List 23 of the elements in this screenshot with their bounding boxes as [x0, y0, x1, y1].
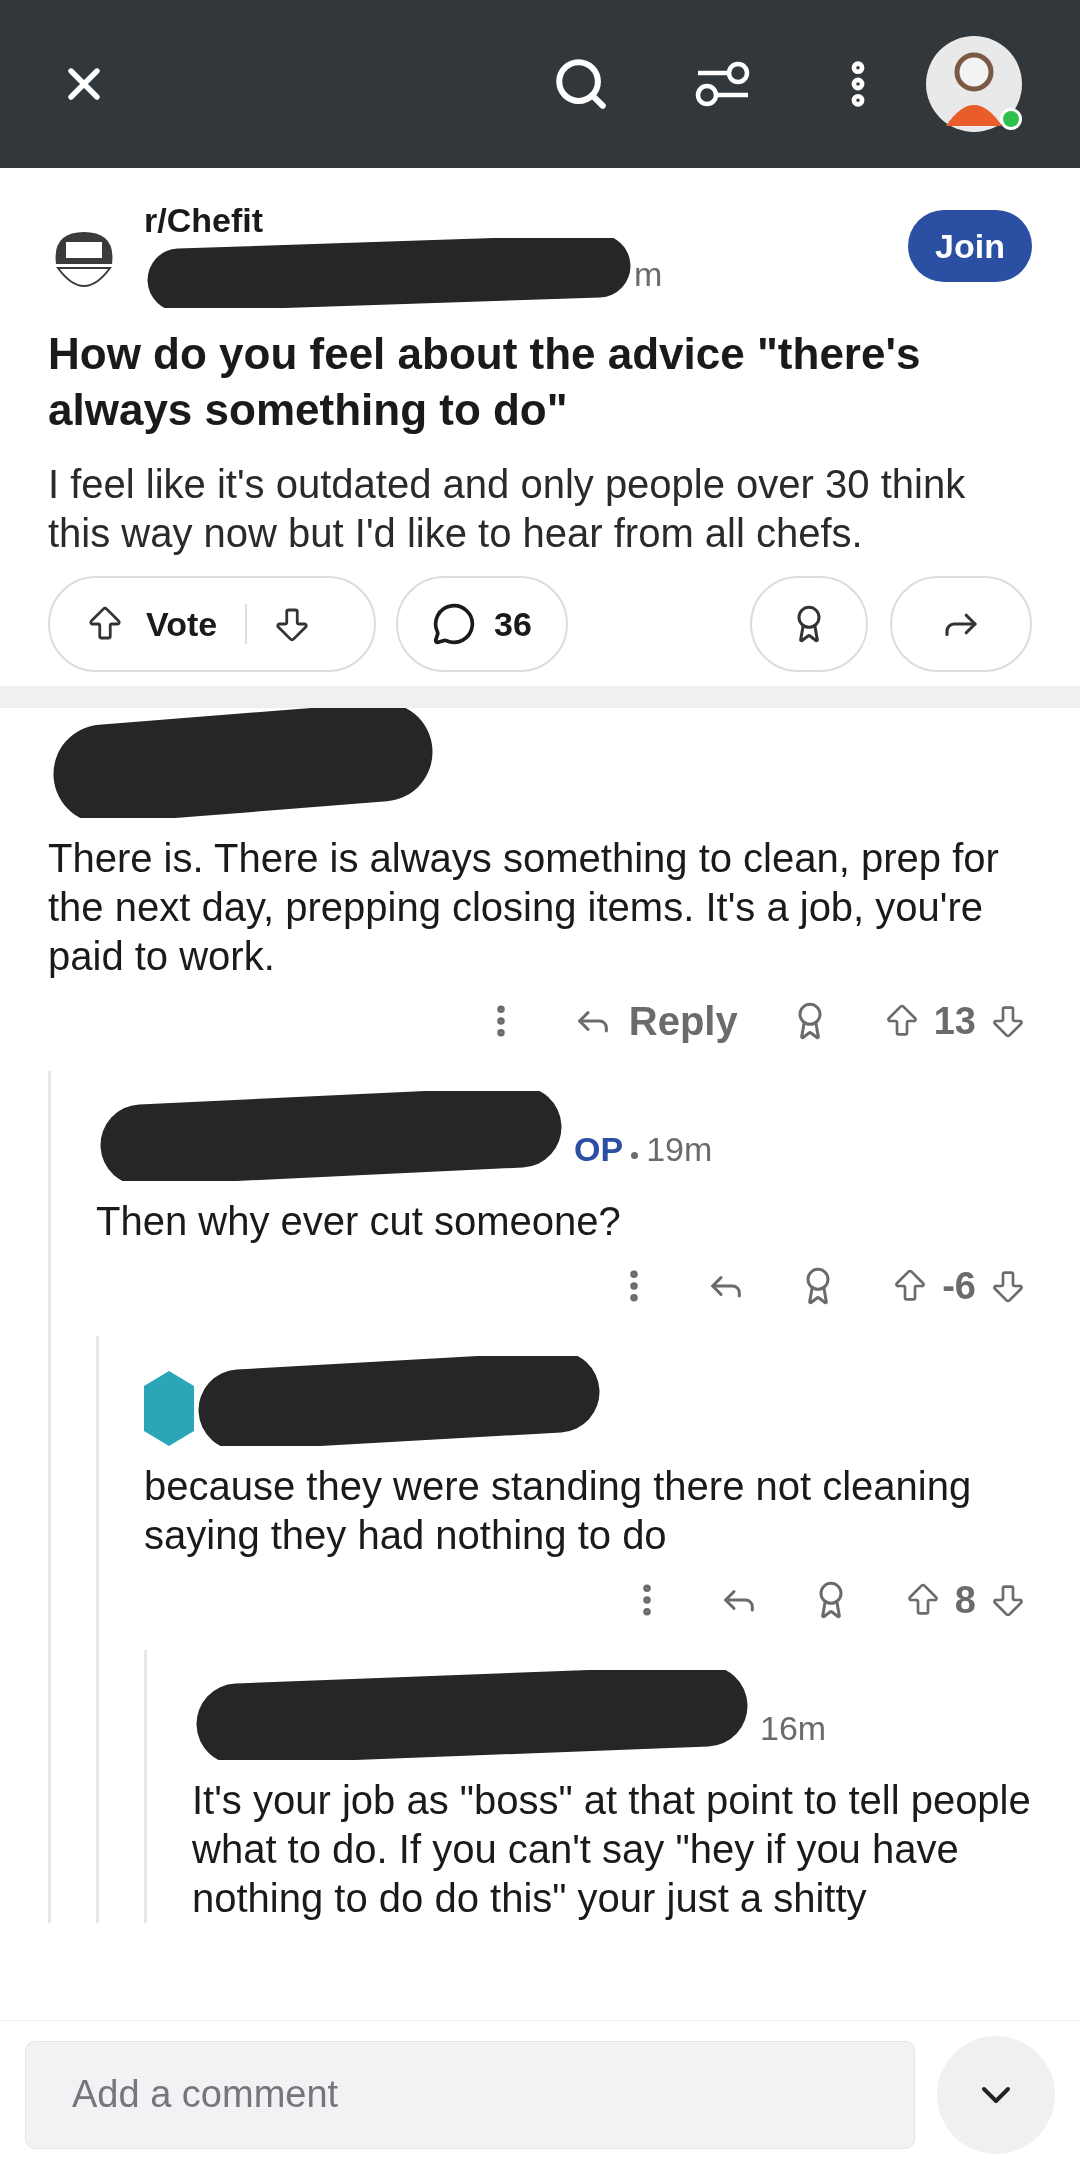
comments-button[interactable]: 36: [396, 576, 568, 672]
comment-time: 19m: [646, 1129, 713, 1170]
vote-label: Vote: [146, 603, 218, 645]
comment-text: There is. There is always something to clean, prep for the next day, prepping closing items. It's a job, you're paid to work.: [48, 835, 1000, 980]
join-button[interactable]: Join: [908, 210, 1032, 282]
comment-input[interactable]: Add a comment: [25, 2040, 915, 2149]
comment-time: 16m: [760, 1708, 827, 1749]
post-time: m: [634, 254, 663, 295]
post-body: I feel like it's outdated and only people over 30 think this way now but I'd like to hear from all chefs.: [48, 461, 967, 557]
filter-icon[interactable]: [694, 59, 752, 109]
subreddit-name[interactable]: r/Chefit: [144, 198, 908, 242]
vote-score: 8: [954, 1577, 976, 1623]
vote-score: -6: [942, 1263, 976, 1309]
reply-button[interactable]: Reply: [572, 991, 738, 1051]
op-label: OP: [574, 1129, 624, 1170]
award-button[interactable]: [750, 576, 868, 672]
comment-text: Then why ever cut someone?: [96, 1198, 622, 1245]
user-avatar[interactable]: [926, 36, 1022, 132]
comment-text: because they were standing there not cleaning saying they had nothing to do: [144, 1463, 973, 1559]
comment-text: It's your job as "boss" at that point to tell people what to do. If you can't say "hey if you have nothing to do do this" your just a shitty: [192, 1777, 1032, 1922]
comment-icon: [432, 602, 476, 646]
post-title: How do you feel about the advice "there's always something to do": [48, 328, 922, 436]
vote-score: 13: [933, 998, 976, 1044]
